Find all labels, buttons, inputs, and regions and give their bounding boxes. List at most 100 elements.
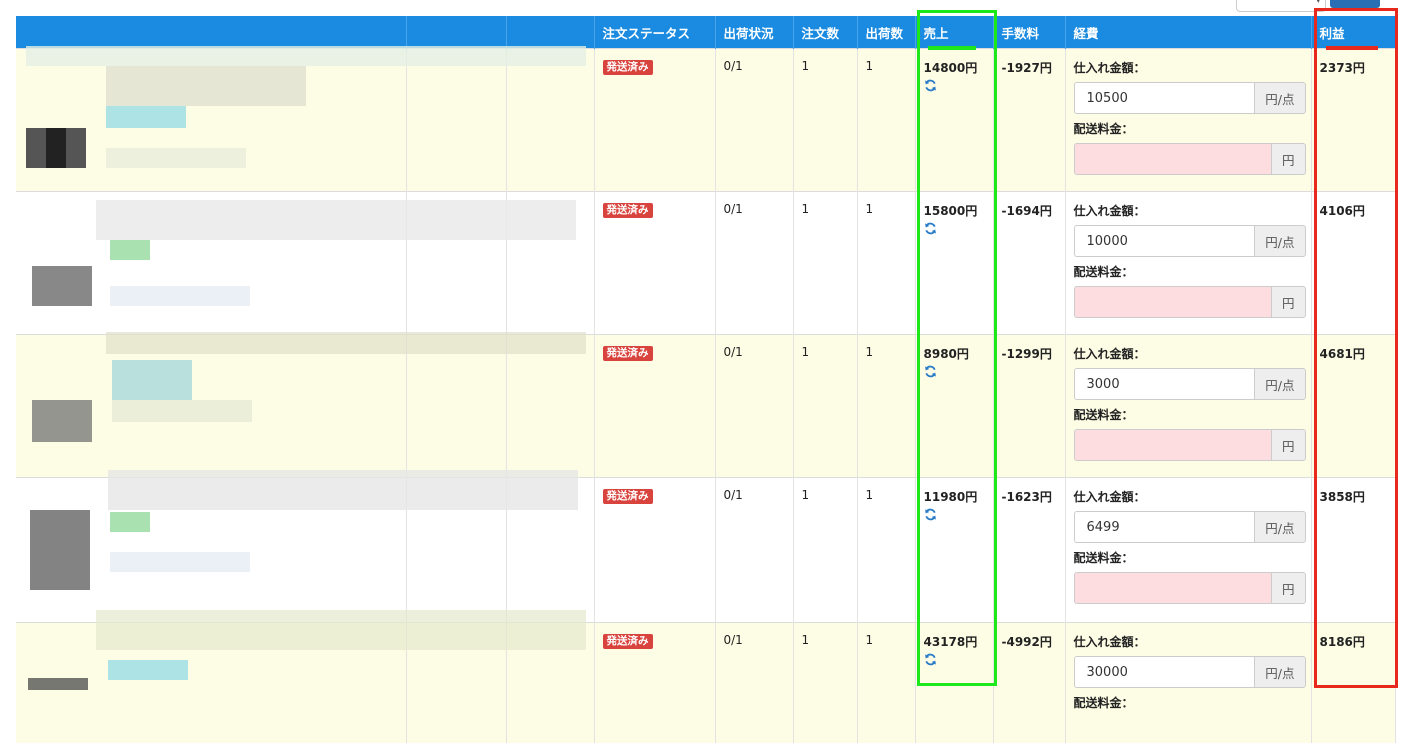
header-col3[interactable] [506,16,594,49]
shipping-fee-input[interactable] [1074,572,1271,604]
order-count-cell: 1 [793,49,857,192]
yen-addon: 円 [1271,286,1306,318]
purchase-price-label: 仕入れ金額： [1074,488,1303,505]
sales-value: 8980円 [924,347,969,361]
refresh-icon[interactable] [924,365,937,378]
sales-value: 43178円 [924,635,978,649]
purchase-price-group: 円/点 [1074,225,1306,257]
status-cell: 発送済み [594,335,715,478]
purchase-price-input[interactable] [1074,368,1255,400]
top-action-button[interactable] [1330,0,1380,8]
shipping-fee-label: 配送料金： [1074,549,1303,566]
col2-cell [406,49,506,192]
sales-cell: 11980円 [915,478,993,623]
order-count-cell: 1 [793,478,857,623]
header-shipping-state[interactable]: 出荷状況 [715,16,793,49]
header-order-count[interactable]: 注文数 [793,16,857,49]
shipping-state-cell: 0/1 [715,192,793,335]
refresh-icon[interactable] [924,79,937,92]
sales-value: 14800円 [924,61,978,75]
unit-addon: 円/点 [1254,82,1305,114]
header-profit[interactable]: 利益 [1311,16,1395,49]
top-search-input[interactable] [1236,0,1326,12]
sales-value: 15800円 [924,204,978,218]
shipping-fee-input[interactable] [1074,429,1271,461]
profit-header-underline [1326,46,1378,50]
profit-cell: 3858円 [1311,478,1395,623]
profit-cell: 4106円 [1311,192,1395,335]
fee-cell: -1694円 [993,192,1065,335]
header-product[interactable] [16,16,406,49]
purchase-price-group: 円/点 [1074,656,1306,688]
shipping-fee-label: 配送料金： [1074,406,1303,423]
header-shipped-count[interactable]: 出荷数 [857,16,915,49]
header-sales[interactable]: 売上 [915,16,993,49]
shipping-fee-label: 配送料金： [1074,694,1303,711]
fee-cell: -1299円 [993,335,1065,478]
sales-cell: 43178円 [915,623,993,743]
status-badge: 発送済み [603,634,653,649]
purchase-price-label: 仕入れ金額： [1074,202,1303,219]
shipped-count-cell: 1 [857,192,915,335]
status-badge: 発送済み [603,60,653,75]
purchase-price-label: 仕入れ金額： [1074,633,1303,650]
caret-icon: ▾ [1316,0,1321,6]
status-cell: 発送済み [594,478,715,623]
unit-addon: 円/点 [1254,368,1305,400]
purchase-price-group: 円/点 [1074,368,1306,400]
header-fee[interactable]: 手数料 [993,16,1065,49]
col3-cell [506,49,594,192]
fee-cell: -1623円 [993,478,1065,623]
status-badge: 発送済み [603,346,653,361]
shipping-fee-input[interactable] [1074,143,1271,175]
expenses-cell: 仕入れ金額： 円/点 配送料金： 円 [1065,335,1311,478]
shipping-state-cell: 0/1 [715,478,793,623]
shipping-fee-group: 円 [1074,429,1306,461]
shipping-state-cell: 0/1 [715,623,793,743]
shipped-count-cell: 1 [857,623,915,743]
table-header-row: 注文ステータス 出荷状況 注文数 出荷数 売上 手数料 経費 利益 [16,16,1395,49]
sales-cell: 14800円 [915,49,993,192]
refresh-icon[interactable] [924,653,937,666]
status-cell: 発送済み [594,623,715,743]
shipping-fee-group: 円 [1074,143,1306,175]
fee-cell: -1927円 [993,49,1065,192]
shipping-state-cell: 0/1 [715,49,793,192]
shipping-state-cell: 0/1 [715,335,793,478]
yen-addon: 円 [1271,572,1306,604]
purchase-price-label: 仕入れ金額： [1074,345,1303,362]
sales-cell: 8980円 [915,335,993,478]
purchase-price-input[interactable] [1074,511,1255,543]
unit-addon: 円/点 [1254,511,1305,543]
profit-cell: 2373円 [1311,49,1395,192]
purchase-price-group: 円/点 [1074,511,1306,543]
status-cell: 発送済み [594,192,715,335]
purchase-price-label: 仕入れ金額： [1074,59,1303,76]
header-expenses[interactable]: 経費 [1065,16,1311,49]
header-col2[interactable] [406,16,506,49]
col3-cell [506,335,594,478]
status-badge: 発送済み [603,489,653,504]
purchase-price-input[interactable] [1074,656,1255,688]
purchase-price-input[interactable] [1074,82,1255,114]
purchase-price-group: 円/点 [1074,82,1306,114]
status-badge: 発送済み [603,203,653,218]
shipping-fee-input[interactable] [1074,286,1271,318]
unit-addon: 円/点 [1254,225,1305,257]
refresh-icon[interactable] [924,508,937,521]
header-status[interactable]: 注文ステータス [594,16,715,49]
purchase-price-input[interactable] [1074,225,1255,257]
expenses-cell: 仕入れ金額： 円/点 配送料金： 円 [1065,478,1311,623]
unit-addon: 円/点 [1254,656,1305,688]
order-count-cell: 1 [793,623,857,743]
fee-cell: -4992円 [993,623,1065,743]
shipping-fee-label: 配送料金： [1074,263,1303,280]
refresh-icon[interactable] [924,222,937,235]
sales-cell: 15800円 [915,192,993,335]
yen-addon: 円 [1271,143,1306,175]
shipping-fee-label: 配送料金： [1074,120,1303,137]
order-count-cell: 1 [793,192,857,335]
sales-value: 11980円 [924,490,978,504]
expenses-cell: 仕入れ金額： 円/点 配送料金： [1065,623,1311,743]
status-cell: 発送済み [594,49,715,192]
